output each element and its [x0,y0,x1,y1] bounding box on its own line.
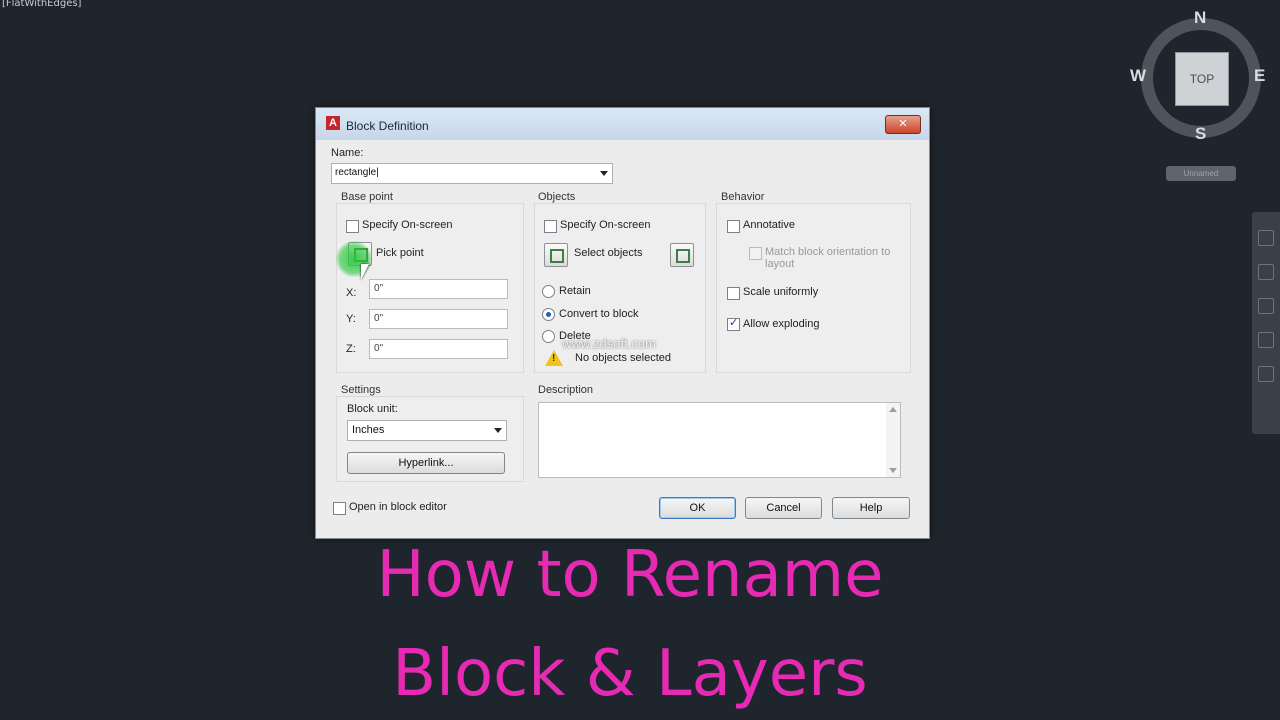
mouse-cursor-icon [361,264,369,280]
settings-group-title: Settings [341,384,381,396]
convert-to-block-label: Convert to block [559,308,639,320]
scroll-up-icon[interactable] [889,407,897,412]
objects-specify-onscreen-label: Specify On-screen [560,219,651,231]
allow-exploding-label: Allow exploding [743,318,820,330]
name-combobox[interactable]: rectangle| [331,163,613,184]
scale-uniformly-checkbox[interactable] [727,287,740,300]
x-input[interactable]: 0" [369,279,508,299]
caption-line-1: How to Rename [376,538,884,612]
dialog-title: Block Definition [346,119,429,133]
viewport-style-label[interactable]: [FlatWithEdges] [2,0,81,9]
ok-button[interactable]: OK [659,497,736,519]
convert-to-block-radio[interactable] [542,308,555,321]
z-input[interactable]: 0" [369,339,508,359]
behavior-group-title: Behavior [721,191,765,203]
objects-specify-onscreen-checkbox[interactable] [544,220,557,233]
select-objects-button[interactable] [544,243,568,267]
y-value: 0" [374,313,384,324]
z-label: Z: [346,343,356,355]
showmotion-icon[interactable] [1258,366,1274,382]
steering-wheel-icon[interactable] [1258,230,1274,246]
select-objects-label: Select objects [574,247,643,259]
dialog-titlebar[interactable]: A Block Definition ✕ [316,108,929,140]
delete-radio[interactable] [542,330,555,343]
base-specify-onscreen-label: Specify On-screen [362,219,453,231]
retain-radio[interactable] [542,285,555,298]
viewcube-top-face[interactable]: TOP [1175,52,1229,106]
name-value: rectangle| [335,167,379,178]
warning-icon [545,350,563,366]
compass-west[interactable]: W [1130,66,1146,86]
retain-label: Retain [559,285,591,297]
base-specify-onscreen-checkbox[interactable] [346,220,359,233]
chevron-down-icon[interactable] [494,428,502,433]
name-label: Name: [331,147,364,159]
x-value: 0" [374,283,384,294]
match-orientation-checkbox[interactable] [749,247,762,260]
close-button[interactable]: ✕ [885,115,921,134]
zoom-icon[interactable] [1258,298,1274,314]
y-input[interactable]: 0" [369,309,508,329]
orbit-icon[interactable] [1258,332,1274,348]
allow-exploding-checkbox[interactable] [727,316,740,331]
navigation-bar[interactable] [1252,212,1280,434]
viewcube[interactable]: TOP N S E W Unnamed [1128,6,1276,196]
autocad-app-icon: A [326,116,340,130]
objects-group-title: Objects [538,191,576,203]
description-group-title: Description [538,384,594,396]
caption-line-2: Block & Layers [392,637,868,711]
description-textarea[interactable] [538,402,901,478]
pan-icon[interactable] [1258,264,1274,280]
open-in-block-editor-label: Open in block editor [349,501,447,513]
selection-status: No objects selected [575,352,671,364]
annotative-checkbox[interactable] [727,220,740,233]
compass-north[interactable]: N [1194,8,1206,28]
z-value: 0" [374,343,384,354]
watermark: www.zdsoft.com [562,336,656,351]
block-definition-dialog: A Block Definition ✕ Name: rectangle| Ba… [315,107,930,539]
match-orientation-label: Match block orientation to layout [765,246,891,270]
scale-uniformly-label: Scale uniformly [743,286,819,298]
block-unit-label: Block unit: [347,403,398,415]
x-label: X: [346,287,357,299]
wcs-menu[interactable]: Unnamed [1166,166,1236,181]
block-unit-select[interactable]: Inches [347,420,507,441]
cancel-button[interactable]: Cancel [745,497,822,519]
pick-point-label: Pick point [376,247,424,259]
quick-select-button[interactable] [670,243,694,267]
y-label: Y: [346,313,356,325]
open-in-block-editor-checkbox[interactable] [333,502,346,515]
chevron-down-icon[interactable] [600,171,608,176]
base-point-group-title: Base point [341,191,393,203]
help-button[interactable]: Help [832,497,910,519]
scroll-down-icon[interactable] [889,468,897,473]
block-unit-value: Inches [352,424,385,436]
hyperlink-button[interactable]: Hyperlink... [347,452,505,474]
compass-east[interactable]: E [1254,66,1265,86]
annotative-label: Annotative [743,219,795,231]
description-scrollbar[interactable] [886,403,900,477]
compass-south[interactable]: S [1195,124,1206,144]
